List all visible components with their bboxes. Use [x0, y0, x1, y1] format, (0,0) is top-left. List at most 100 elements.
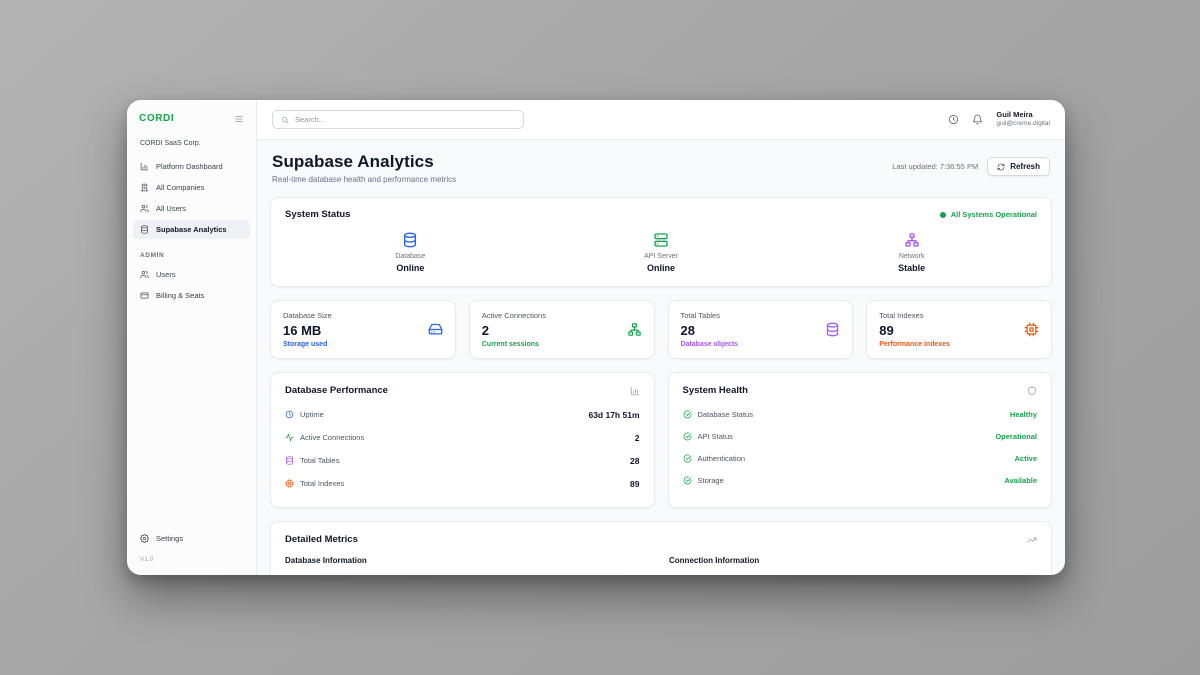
metric-value: 16 MB: [283, 323, 332, 338]
refresh-icon: [997, 163, 1005, 171]
metric-card-total-indexes: Total Indexes 89 Performance indexes: [866, 300, 1052, 359]
building-icon: [140, 183, 149, 192]
database-icon: [285, 456, 294, 465]
credit-card-icon: [140, 291, 149, 300]
metric-label: Database Size: [283, 311, 332, 320]
row-value: Active: [1014, 454, 1037, 463]
detail-row-database-size: Database Size: 16 MB: [285, 574, 653, 575]
check-circle-icon: [683, 454, 692, 463]
row-value: 28: [630, 456, 639, 466]
user-menu[interactable]: Guil Meira guil@creme.digital: [996, 110, 1050, 128]
sidebar-item-platform-dashboard[interactable]: Platform Dashboard: [133, 157, 250, 176]
sidebar: CORDI CORDI SaaS Corp. Platform Dashboar…: [127, 100, 257, 575]
row-value: 2: [635, 433, 640, 443]
bell-icon[interactable]: [972, 114, 983, 125]
sidebar-item-label: Billing & Seats: [156, 291, 204, 300]
connection-information-column: Connection Information Active Connection…: [669, 556, 1037, 575]
network-icon: [627, 322, 642, 337]
sidebar-item-all-users[interactable]: All Users: [133, 199, 250, 218]
topbar: Guil Meira guil@creme.digital: [257, 100, 1065, 140]
system-status-title: System Status: [285, 209, 350, 220]
user-name: Guil Meira: [996, 110, 1050, 120]
metric-label: Active Connections: [482, 311, 546, 320]
status-item-value: Stable: [898, 263, 925, 273]
status-item-label: API Server: [644, 253, 678, 260]
last-updated: Last updated: 7:36:55 PM: [892, 162, 978, 171]
clock-icon[interactable]: [948, 114, 959, 125]
row-label: Storage: [698, 476, 724, 485]
sidebar-item-billing-seats[interactable]: Billing & Seats: [133, 286, 250, 305]
trending-up-icon: [1027, 535, 1037, 545]
refresh-button[interactable]: Refresh: [987, 157, 1050, 176]
search-box[interactable]: [272, 110, 524, 129]
database-icon: [140, 225, 149, 234]
performance-title: Database Performance: [285, 385, 388, 396]
sidebar-item-supabase-analytics[interactable]: Supabase Analytics: [133, 220, 250, 239]
check-circle-icon: [683, 432, 692, 441]
cpu-icon: [285, 479, 294, 488]
metric-sublabel: Current sessions: [482, 341, 546, 348]
clock-icon: [285, 410, 294, 419]
status-item-label: Network: [899, 253, 925, 260]
status-badge-label: All Systems Operational: [951, 210, 1037, 219]
search-icon: [281, 116, 289, 124]
search-input[interactable]: [295, 115, 515, 124]
sidebar-item-label: Supabase Analytics: [156, 225, 227, 234]
app-window: CORDI CORDI SaaS Corp. Platform Dashboar…: [127, 100, 1065, 575]
metric-card-database-size: Database Size 16 MB Storage used: [270, 300, 456, 359]
metric-value: 28: [681, 323, 739, 338]
performance-row-total-tables: Total Tables 28: [285, 449, 640, 472]
detailed-metrics-title: Detailed Metrics: [285, 534, 358, 545]
row-value: 63d 17h 51m: [588, 410, 639, 420]
metric-value: 89: [879, 323, 950, 338]
metric-label: Total Tables: [681, 311, 739, 320]
row-label: Total Tables: [300, 456, 339, 465]
menu-icon[interactable]: [234, 114, 244, 124]
column-title: Database Information: [285, 556, 653, 565]
health-row-authentication: Authentication Active: [683, 447, 1038, 469]
server-icon: [653, 232, 669, 248]
metric-value: 2: [482, 323, 546, 338]
cpu-icon: [1024, 322, 1039, 337]
row-value: Available: [1004, 476, 1037, 485]
row-label: Database Status: [698, 410, 753, 419]
row-value: Healthy: [1010, 410, 1037, 419]
row-label: Uptime: [300, 410, 324, 419]
detailed-metrics-card: Detailed Metrics Database Information Da…: [270, 521, 1052, 575]
database-information-column: Database Information Database Size: 16 M…: [285, 556, 653, 575]
metric-sublabel: Storage used: [283, 341, 332, 348]
users-icon: [140, 204, 149, 213]
status-item-network: Network Stable: [786, 232, 1037, 273]
page-title: Supabase Analytics: [272, 152, 456, 172]
bar-chart-icon: [140, 162, 149, 171]
metric-label: Total Indexes: [879, 311, 950, 320]
detail-row-active-connections: Active Connections: 2: [669, 574, 1037, 575]
row-value: 89: [630, 479, 639, 489]
row-label: Authentication: [698, 454, 746, 463]
sidebar-item-users[interactable]: Users: [133, 265, 250, 284]
health-row-database-status: Database Status Healthy: [683, 403, 1038, 425]
bar-chart-icon: [630, 386, 640, 396]
database-performance-card: Database Performance Uptime 63d 17h 51m …: [270, 372, 655, 508]
refresh-label: Refresh: [1010, 162, 1040, 171]
check-circle-icon: [683, 410, 692, 419]
gear-icon: [140, 534, 149, 543]
sidebar-item-label: Settings: [156, 534, 183, 543]
row-value: Operational: [995, 432, 1037, 441]
sidebar-item-label: All Companies: [156, 183, 204, 192]
database-icon: [402, 232, 418, 248]
admin-section-label: ADMIN: [127, 240, 256, 264]
app-version: V1.0: [127, 549, 256, 563]
column-title: Connection Information: [669, 556, 1037, 565]
performance-row-uptime: Uptime 63d 17h 51m: [285, 403, 640, 426]
database-icon: [825, 322, 840, 337]
status-item-label: Database: [395, 253, 425, 260]
user-email: guil@creme.digital: [996, 120, 1050, 128]
metric-sublabel: Database objects: [681, 341, 739, 348]
sidebar-item-all-companies[interactable]: All Companies: [133, 178, 250, 197]
system-status-card: System Status All Systems Operational Da…: [270, 197, 1052, 287]
status-item-api-server: API Server Online: [536, 232, 787, 273]
metric-card-active-connections: Active Connections 2 Current sessions: [469, 300, 655, 359]
sidebar-item-settings[interactable]: Settings: [133, 529, 250, 548]
main-content: Supabase Analytics Real-time database he…: [257, 140, 1065, 575]
